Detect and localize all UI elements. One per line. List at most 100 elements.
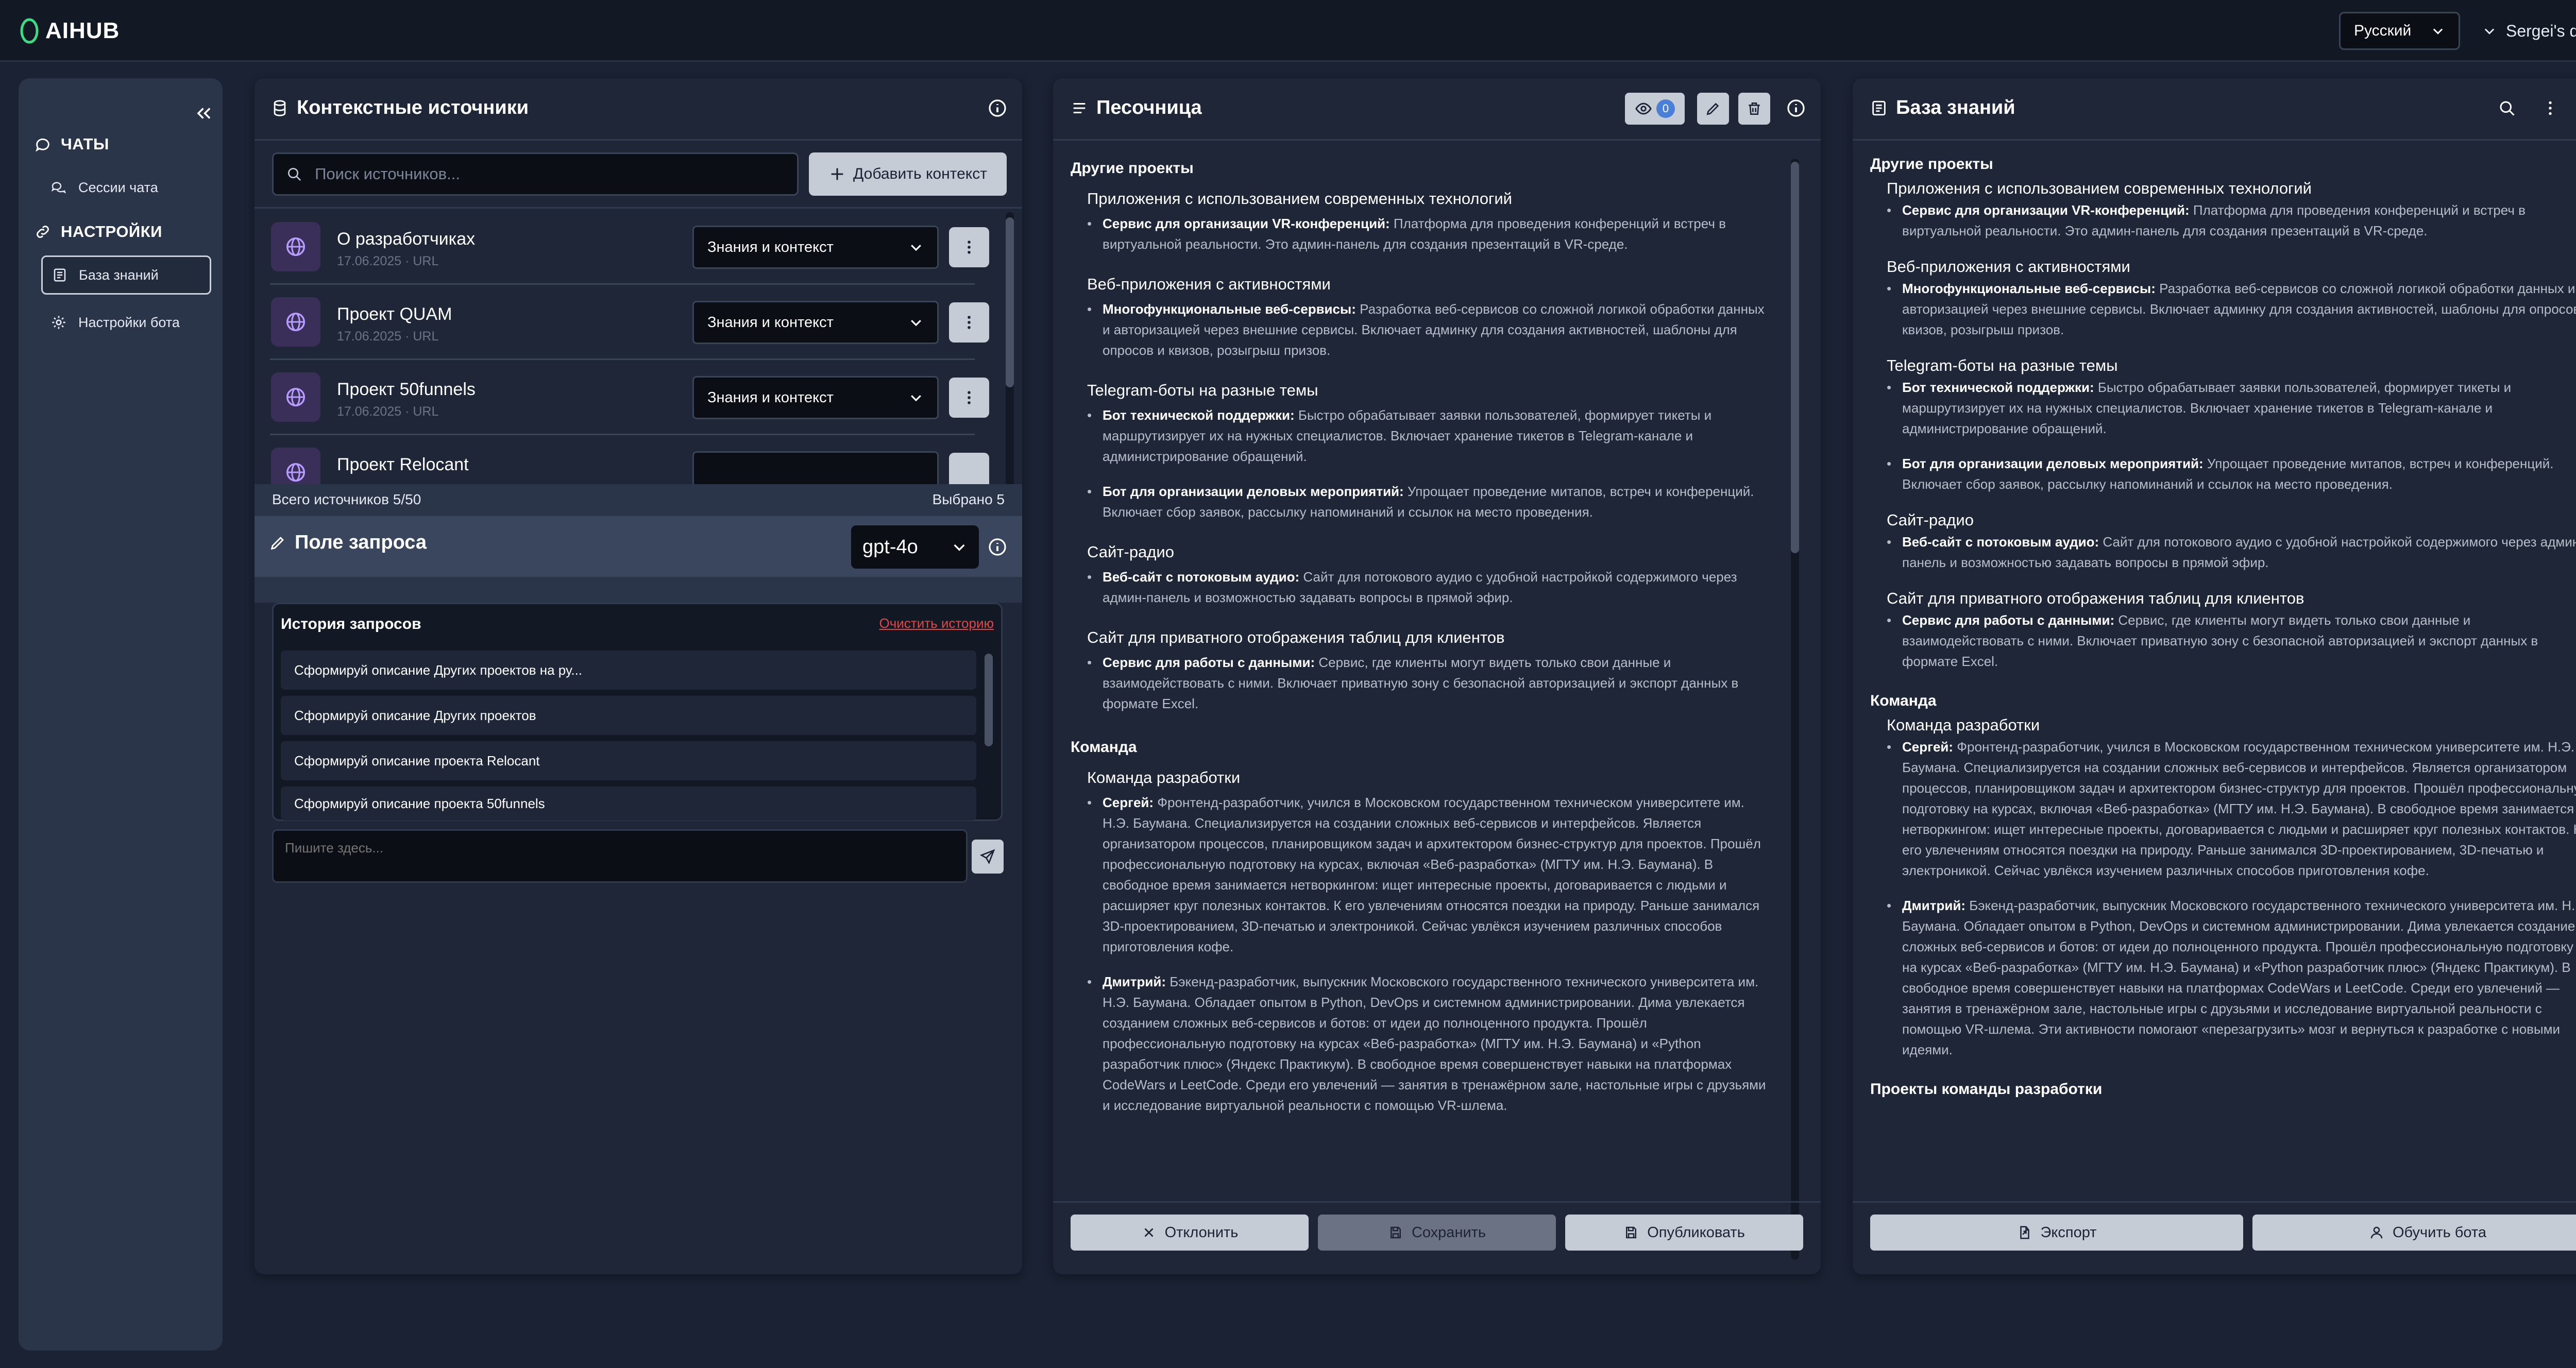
train-bot-button[interactable]: Обучить бота [2252, 1215, 2576, 1251]
history-item[interactable]: Сформируй описание проекта 50funnels [281, 786, 976, 820]
sidebar-section-chats: ЧАТЫ [34, 135, 109, 153]
sidebar-section-settings: НАСТРОЙКИ [34, 223, 162, 241]
export-icon [2020, 1226, 2029, 1239]
subsection-heading: Веб-приложения с активностями [1887, 258, 2130, 276]
history-item[interactable]: Сформируй описание Других проектов на ру… [281, 651, 976, 690]
list-item[interactable]: Проект 50funnels 17.06.2025 · URL Знания… [255, 360, 989, 435]
message-field[interactable] [284, 839, 954, 875]
more-vertical-icon [968, 391, 971, 404]
pencil-icon [270, 536, 284, 550]
sidebar-item-knowledge-base[interactable]: База знаний [41, 255, 211, 295]
divider [1853, 1201, 2576, 1203]
info-button[interactable] [985, 96, 1010, 121]
list-item[interactable]: О разработчиках 17.06.2025 · URL Знания … [255, 210, 989, 285]
user-menu[interactable]: Sergei's demo [2482, 12, 2576, 50]
subsection-heading: Сайт-радио [1887, 511, 1974, 529]
clear-history-link[interactable]: Очистить историю [879, 615, 994, 631]
source-mode-value: Знания и контекст [707, 238, 834, 255]
search-button[interactable] [2495, 96, 2519, 121]
source-mode-select[interactable]: Знания и контекст [692, 301, 939, 344]
model-value: gpt-4o [862, 536, 918, 558]
divider [255, 139, 1022, 141]
model-select[interactable]: gpt-4o [851, 525, 979, 569]
panel-title: Песочница [1096, 97, 1202, 118]
more-button[interactable] [949, 378, 989, 418]
divider [1053, 1201, 1821, 1203]
sidebar-item-label: Сессии чата [78, 179, 158, 195]
more-button[interactable] [2538, 96, 2563, 121]
divider [255, 207, 1022, 209]
save-icon [1390, 1226, 1401, 1239]
reject-button[interactable]: Отклонить [1071, 1215, 1309, 1251]
scrollbar-thumb[interactable] [1791, 162, 1799, 553]
language-value: Русский [2354, 22, 2412, 39]
history-item[interactable]: Сформируй описание проекта Relocant [281, 741, 976, 780]
list-item: Дмитрий: Бэкенд-разработчик, выпускник М… [1887, 895, 2576, 1060]
collapse-sidebar-button[interactable] [189, 98, 219, 129]
add-context-button[interactable]: Добавить контекст [809, 152, 1007, 196]
view-toggle-button[interactable]: 0 [1625, 93, 1685, 125]
divider [1853, 139, 2576, 141]
more-vertical-icon [968, 241, 971, 254]
info-button[interactable] [1784, 96, 1808, 121]
more-vertical-icon [968, 316, 971, 329]
globe-icon [271, 297, 320, 347]
sidebar-item-chat-sessions[interactable]: Сессии чата [41, 168, 211, 207]
publish-button[interactable]: Опубликовать [1565, 1215, 1803, 1251]
sidebar-section-label: НАСТРОЙКИ [61, 223, 162, 241]
list-item: Веб-сайт с потоковым аудио: Сайт для пот… [1087, 567, 1771, 608]
search-icon [288, 167, 301, 181]
sidebar-item-label: Настройки бота [78, 314, 180, 330]
add-context-label: Добавить контекст [853, 165, 987, 182]
export-button[interactable]: Экспорт [1870, 1215, 2243, 1251]
book-icon [1872, 100, 1886, 115]
list-item: Сервис для организации VR-конференций: П… [1887, 200, 2576, 241]
section-heading: Команда [1870, 692, 1937, 709]
query-title: Поле запроса [295, 532, 427, 553]
history-item[interactable]: Сформируй описание Других проектов [281, 696, 976, 735]
subsection-heading: Команда разработки [1087, 768, 1241, 786]
info-icon [1787, 99, 1805, 117]
more-button[interactable] [949, 302, 989, 343]
more-vertical-icon [2549, 101, 2552, 115]
knowledge-base-content: Другие проекты Приложения с использовани… [1870, 156, 2576, 1198]
gear-icon [52, 316, 65, 329]
list-item: Сергей: Фронтенд-разработчик, учился в М… [1887, 737, 2576, 881]
sources-selected: Выбрано 5 [932, 491, 1005, 507]
plus-icon [831, 168, 843, 180]
subsection-heading: Команда разработки [1887, 716, 2040, 734]
info-button[interactable] [985, 535, 1010, 559]
chevron-down-icon [911, 245, 921, 251]
more-button[interactable] [949, 227, 989, 267]
edit-button[interactable] [1697, 93, 1729, 125]
sandbox-content: Другие проекты Приложения с использовани… [1071, 156, 1771, 1260]
source-mode-select[interactable]: Знания и контекст [692, 376, 939, 419]
language-select[interactable]: Русский [2339, 12, 2460, 50]
logo[interactable]: AIHUB [20, 14, 120, 47]
sandbox-scrollbar[interactable] [1791, 159, 1799, 1260]
subsection-heading: Приложения с использованием современных … [1087, 190, 1512, 208]
save-button[interactable]: Сохранить [1318, 1215, 1556, 1251]
delete-button[interactable] [1738, 93, 1770, 125]
search-sources-field[interactable] [314, 164, 797, 184]
list-item: Веб-сайт с потоковым аудио: Сайт для пот… [1887, 532, 2576, 573]
scrollbar-thumb[interactable] [985, 654, 993, 746]
source-mode-value: Знания и контекст [707, 389, 834, 406]
source-mode-select[interactable]: Знания и контекст [692, 226, 939, 269]
sandbox-panel: Песочница 0 Другие проекты Приложения с … [1053, 78, 1821, 1274]
history-box: История запросов Очистить историю Сформи… [272, 603, 1003, 821]
sidebar-item-bot-settings[interactable]: Настройки бота [41, 303, 211, 342]
history-scrollbar[interactable] [985, 651, 993, 815]
divider [1053, 139, 1821, 141]
close-icon [1144, 1228, 1154, 1237]
source-meta: 17.06.2025 · URL [337, 329, 439, 344]
section-heading: Проекты команды разработки [1870, 1081, 2103, 1098]
send-button[interactable] [972, 840, 1004, 874]
list-item[interactable]: Проект QUAM 17.06.2025 · URL Знания и ко… [255, 285, 989, 360]
trash-icon [1749, 102, 1760, 115]
search-sources-input[interactable] [272, 152, 799, 196]
scrollbar-thumb[interactable] [1006, 217, 1014, 387]
list-item: Дмитрий: Бэкенд-разработчик, выпускник М… [1087, 971, 1771, 1116]
message-input[interactable] [272, 829, 968, 883]
chats-icon [51, 182, 66, 194]
